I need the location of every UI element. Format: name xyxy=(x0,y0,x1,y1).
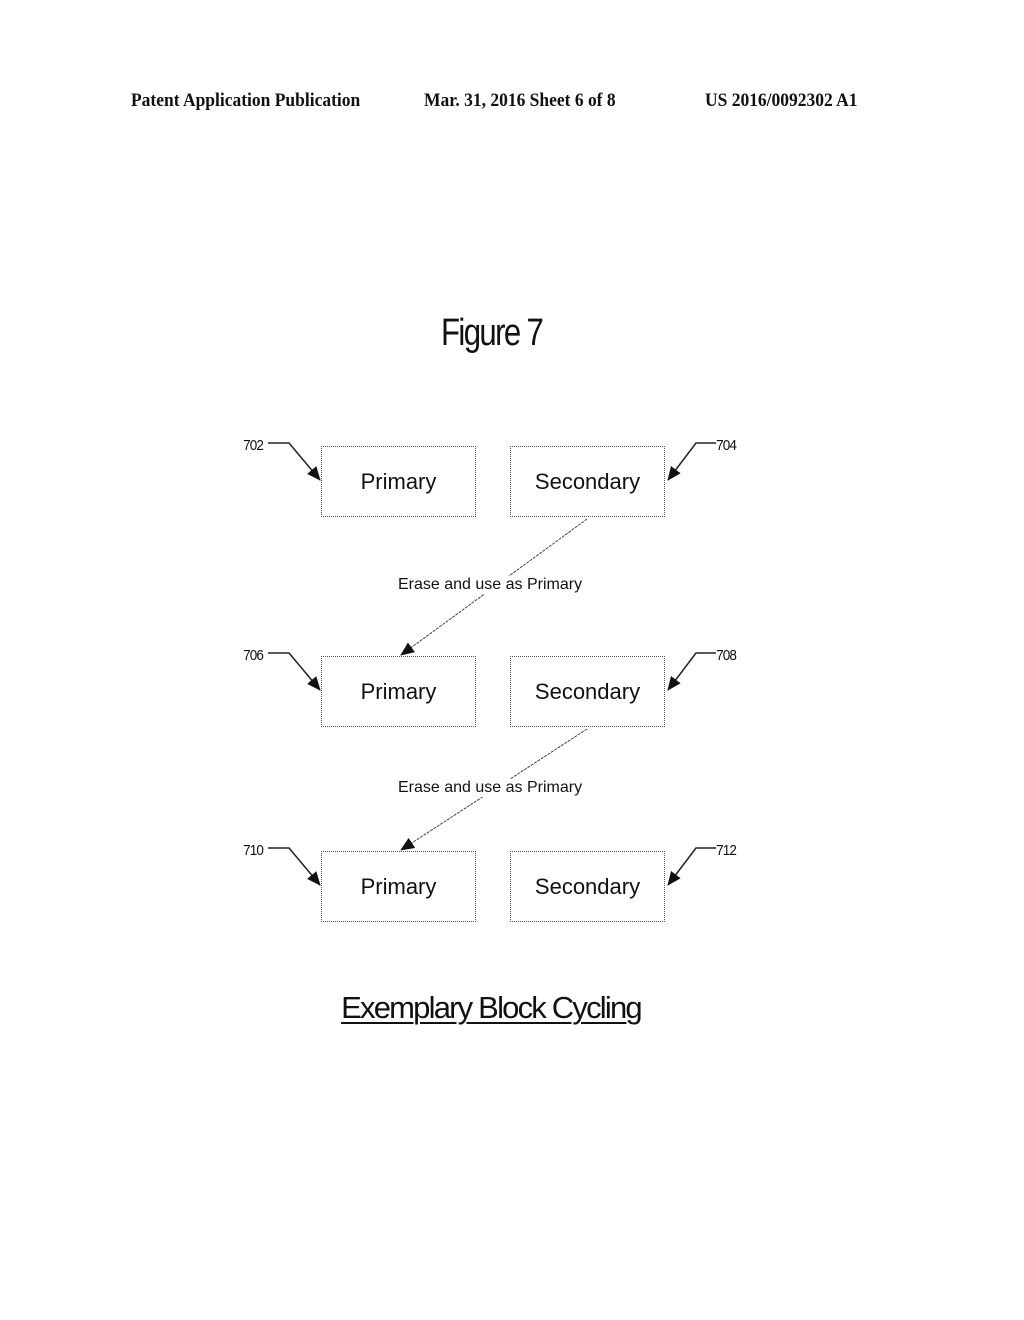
leader-704 xyxy=(667,442,716,481)
block-label: Primary xyxy=(360,468,437,494)
block-label: Secondary xyxy=(534,468,641,494)
ref-numeral-706: 706 xyxy=(243,647,264,664)
block-label: Secondary xyxy=(534,678,641,704)
ref-numeral-702: 702 xyxy=(243,437,264,454)
leader-702 xyxy=(268,442,321,481)
ref-numeral-708: 708 xyxy=(716,647,737,664)
ref-numeral-704: 704 xyxy=(716,437,737,454)
transition-label-2: Erase and use as Primary xyxy=(396,779,585,797)
ref-numeral-712: 712 xyxy=(716,842,737,859)
figure-caption: Exemplary Block Cycling xyxy=(341,990,643,1025)
block-primary-706: Primary xyxy=(321,656,476,727)
transition-label-1: Erase and use as Primary xyxy=(396,576,585,594)
leader-706 xyxy=(268,652,321,691)
block-label: Primary xyxy=(360,678,437,704)
block-label: Primary xyxy=(360,873,437,899)
block-primary-710: Primary xyxy=(321,851,476,922)
block-primary-702: Primary xyxy=(321,446,476,517)
leader-708 xyxy=(667,652,716,691)
leader-710 xyxy=(268,847,321,886)
leader-712 xyxy=(667,847,716,886)
ref-numeral-710: 710 xyxy=(243,842,264,859)
block-secondary-704: Secondary xyxy=(510,446,665,517)
block-secondary-708: Secondary xyxy=(510,656,665,727)
block-label: Secondary xyxy=(534,873,641,899)
block-secondary-712: Secondary xyxy=(510,851,665,922)
